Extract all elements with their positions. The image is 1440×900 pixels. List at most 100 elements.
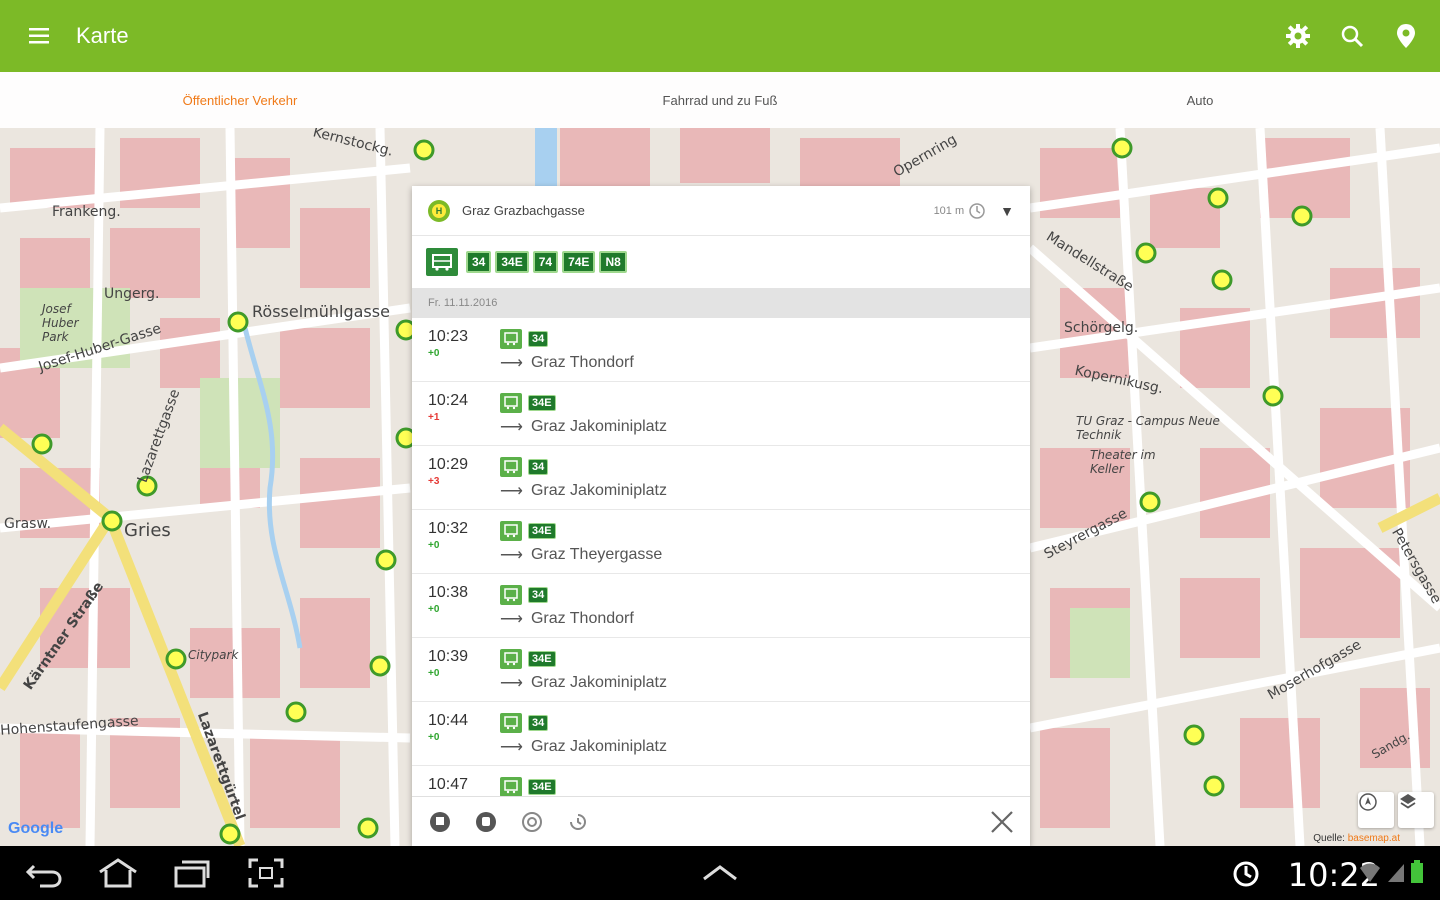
departure-time: 10:38: [428, 584, 469, 601]
delay-label: +0: [428, 668, 440, 679]
signal-icon: [1388, 864, 1404, 882]
departure-time: 10:24: [428, 392, 469, 409]
tab-car[interactable]: Auto: [960, 72, 1440, 128]
departure-time: 10:39: [428, 648, 469, 665]
filter-train-icon[interactable]: [520, 810, 544, 834]
line-badge: 34: [528, 715, 549, 731]
settings-icon[interactable]: [1278, 16, 1318, 56]
destination: Graz Thondorf: [530, 610, 634, 627]
line-badge[interactable]: 74: [532, 251, 559, 273]
departure-row[interactable]: 10:29 +3 34 ⟶ Graz Jakominiplatz: [412, 446, 1030, 510]
filter-bus-icon[interactable]: [474, 810, 498, 834]
departure-time: 10:47: [428, 776, 469, 793]
departure-row[interactable]: 10:38 +0 34 ⟶ Graz Thondorf: [412, 574, 1030, 638]
delay-label: +0: [428, 732, 440, 743]
sync-icon: [1232, 860, 1260, 893]
lines-row: 34 34E 74 74E N8: [412, 236, 1030, 288]
tram-icon: [500, 521, 522, 541]
departure-row[interactable]: 10:32 +0 34E ⟶ Graz Theyergasse: [412, 510, 1030, 574]
delay-label: +3: [428, 476, 440, 487]
map-label: Josef Huber Park: [42, 302, 79, 344]
location-pin-icon[interactable]: [1386, 16, 1426, 56]
system-nav-bar: 10:22: [0, 846, 1440, 900]
line-badge[interactable]: 74E: [562, 251, 596, 273]
map-label: Gries: [124, 520, 171, 541]
delay-label: +0: [428, 348, 440, 359]
menu-icon[interactable]: [0, 0, 80, 72]
line-badge: 34: [528, 587, 549, 603]
tram-icon: [500, 713, 522, 733]
panel-header[interactable]: H Graz Grazbachgasse 101 m ▼: [412, 186, 1030, 236]
distance-value: 101 m: [933, 204, 965, 217]
departure-row[interactable]: 10:24 +1 34E ⟶ Graz Jakominiplatz: [412, 382, 1030, 446]
tram-icon: [500, 329, 522, 349]
delay-label: +1: [428, 412, 440, 423]
stop-icon: H: [428, 199, 450, 222]
tram-icon: [500, 649, 522, 669]
search-icon[interactable]: [1332, 16, 1372, 56]
dropdown-arrow-icon[interactable]: ▼: [1000, 203, 1014, 219]
map-label: TU Graz - Campus Neue Technik: [1076, 414, 1220, 442]
recent-apps-icon[interactable]: [162, 846, 222, 900]
tram-icon: [500, 393, 522, 413]
wifi-icon: [1360, 863, 1380, 882]
departure-row[interactable]: 10:39 +0 34E ⟶ Graz Jakominiplatz: [412, 638, 1030, 702]
destination: Graz Jakominiplatz: [530, 674, 667, 691]
history-icon[interactable]: [566, 810, 590, 834]
map-label: Citypark: [188, 648, 239, 662]
layers-icon[interactable]: [1398, 792, 1434, 828]
arrow-right-icon: ⟶: [500, 675, 523, 692]
departure-row[interactable]: 10:44 +0 34 ⟶ Graz Jakominiplatz: [412, 702, 1030, 766]
tab-public-transport[interactable]: Öffentlicher Verkehr: [0, 72, 480, 128]
map-label: Theater im Keller: [1090, 448, 1156, 476]
line-badge: 34E: [528, 523, 556, 539]
departures-panel: H Graz Grazbachgasse 101 m ▼ 34 34E 74 7…: [412, 186, 1030, 846]
departure-time: 10:32: [428, 520, 469, 537]
stop-name: Graz Grazbachgasse: [462, 203, 585, 218]
line-badge[interactable]: 34: [466, 251, 492, 273]
screenshot-icon[interactable]: [236, 846, 296, 900]
google-logo: Google: [8, 820, 64, 837]
arrow-right-icon: ⟶: [500, 611, 523, 628]
map-label: Rösselmühlgasse: [252, 302, 390, 321]
departure-row[interactable]: 10:23 +0 34 ⟶ Graz Thondorf: [412, 318, 1030, 382]
line-badge: 34: [528, 331, 549, 347]
destination: Graz Jakominiplatz: [530, 482, 667, 499]
map-source-link[interactable]: basemap.at: [1348, 833, 1400, 844]
tram-icon: [500, 777, 522, 796]
tab-bike-walk[interactable]: Fahrrad und zu Fuß: [480, 72, 960, 128]
mode-tabs: Öffentlicher Verkehr Fahrrad und zu Fuß …: [0, 72, 1440, 128]
tram-icon: [500, 585, 522, 605]
tram-icon: [426, 248, 458, 276]
arrow-right-icon: ⟶: [500, 547, 523, 564]
line-badge[interactable]: 34E: [495, 251, 529, 273]
line-badge: 34E: [528, 779, 556, 795]
arrow-right-icon: ⟶: [500, 739, 523, 756]
battery-icon: [1411, 860, 1423, 883]
map-label: Grasw.: [4, 516, 52, 532]
home-icon[interactable]: [88, 846, 148, 900]
arrow-right-icon: ⟶: [500, 483, 523, 500]
arrow-right-icon: ⟶: [500, 355, 523, 372]
map-label: Schörgelg.: [1064, 320, 1139, 336]
destination: Graz Theyergasse: [530, 546, 663, 563]
departure-list[interactable]: 10:23 +0 34 ⟶ Graz Thondorf 10:24 +1 34E ⟶ G…: [412, 318, 1030, 796]
date-header: Fr. 11.11.2016: [412, 288, 1030, 318]
filter-tram-icon[interactable]: [428, 810, 452, 834]
chevron-up-icon[interactable]: [690, 846, 750, 900]
departure-time: 10:23: [428, 328, 469, 345]
back-icon[interactable]: [14, 846, 74, 900]
app-title: Karte: [76, 23, 129, 48]
app-bar: Karte: [0, 0, 1440, 72]
map-label: Frankeng.: [52, 204, 121, 220]
compass-icon[interactable]: [1358, 792, 1394, 828]
delay-label: +0: [428, 540, 440, 551]
map-source: Quelle: basemap.at: [1313, 833, 1400, 844]
line-badge: 34E: [528, 395, 556, 411]
destination: Graz Jakominiplatz: [530, 738, 667, 755]
delay-label: +0: [428, 604, 440, 615]
departure-row[interactable]: 10:47 34E: [412, 766, 1030, 796]
line-badge[interactable]: N8: [599, 251, 627, 273]
line-badge: 34E: [528, 651, 556, 667]
close-icon[interactable]: [990, 810, 1014, 834]
